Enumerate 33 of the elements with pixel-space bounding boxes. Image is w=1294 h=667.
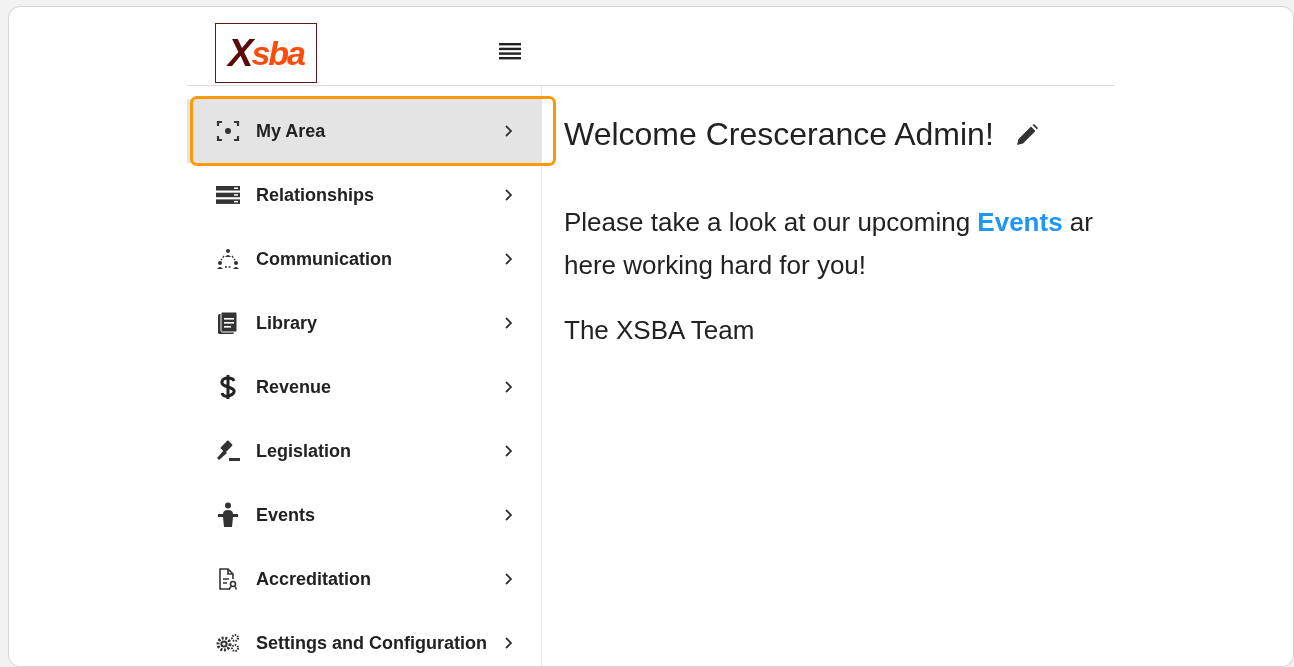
sidebar-item[interactable]: My Area bbox=[187, 99, 541, 163]
chevron-icon bbox=[503, 252, 515, 266]
podium-icon bbox=[218, 502, 238, 528]
server-icon bbox=[216, 185, 240, 205]
chevron-icon bbox=[503, 188, 515, 202]
chevron-icon bbox=[503, 508, 515, 522]
sidebar-item[interactable]: Library bbox=[187, 291, 541, 355]
welcome-heading: Welcome Crescerance Admin! bbox=[564, 116, 994, 153]
sidebar-item[interactable]: Legislation bbox=[187, 419, 541, 483]
document-icon bbox=[217, 311, 239, 335]
file-search-icon bbox=[218, 567, 238, 591]
signature: The XSBA Team bbox=[564, 315, 756, 346]
menu-icon[interactable] bbox=[499, 42, 521, 60]
dollar-icon bbox=[220, 374, 236, 400]
chevron-icon bbox=[503, 124, 515, 138]
sidebar-item[interactable]: Communication bbox=[187, 227, 541, 291]
sidebar-item[interactable]: Revenue bbox=[187, 355, 541, 419]
chevron-icon bbox=[503, 444, 515, 458]
sidebar-item[interactable]: Accreditation bbox=[187, 547, 541, 611]
sidebar-item[interactable]: Events bbox=[187, 483, 541, 547]
gears-icon bbox=[216, 633, 240, 653]
chevron-icon bbox=[503, 572, 515, 586]
chevron-icon bbox=[503, 316, 515, 330]
logo[interactable]: Xsba bbox=[215, 23, 317, 83]
chevron-icon bbox=[503, 380, 515, 394]
welcome-message: Please take a look at our upcoming Events ar here working hard for you! bbox=[564, 206, 1094, 282]
sidebar-item[interactable]: Relationships bbox=[187, 163, 541, 227]
sidebar-item[interactable]: Settings and Configuration bbox=[187, 611, 541, 666]
people-icon bbox=[216, 248, 240, 270]
chevron-icon bbox=[503, 636, 515, 650]
gavel-icon bbox=[215, 440, 241, 462]
pencil-icon[interactable] bbox=[1015, 123, 1038, 146]
focus-icon bbox=[216, 120, 240, 142]
